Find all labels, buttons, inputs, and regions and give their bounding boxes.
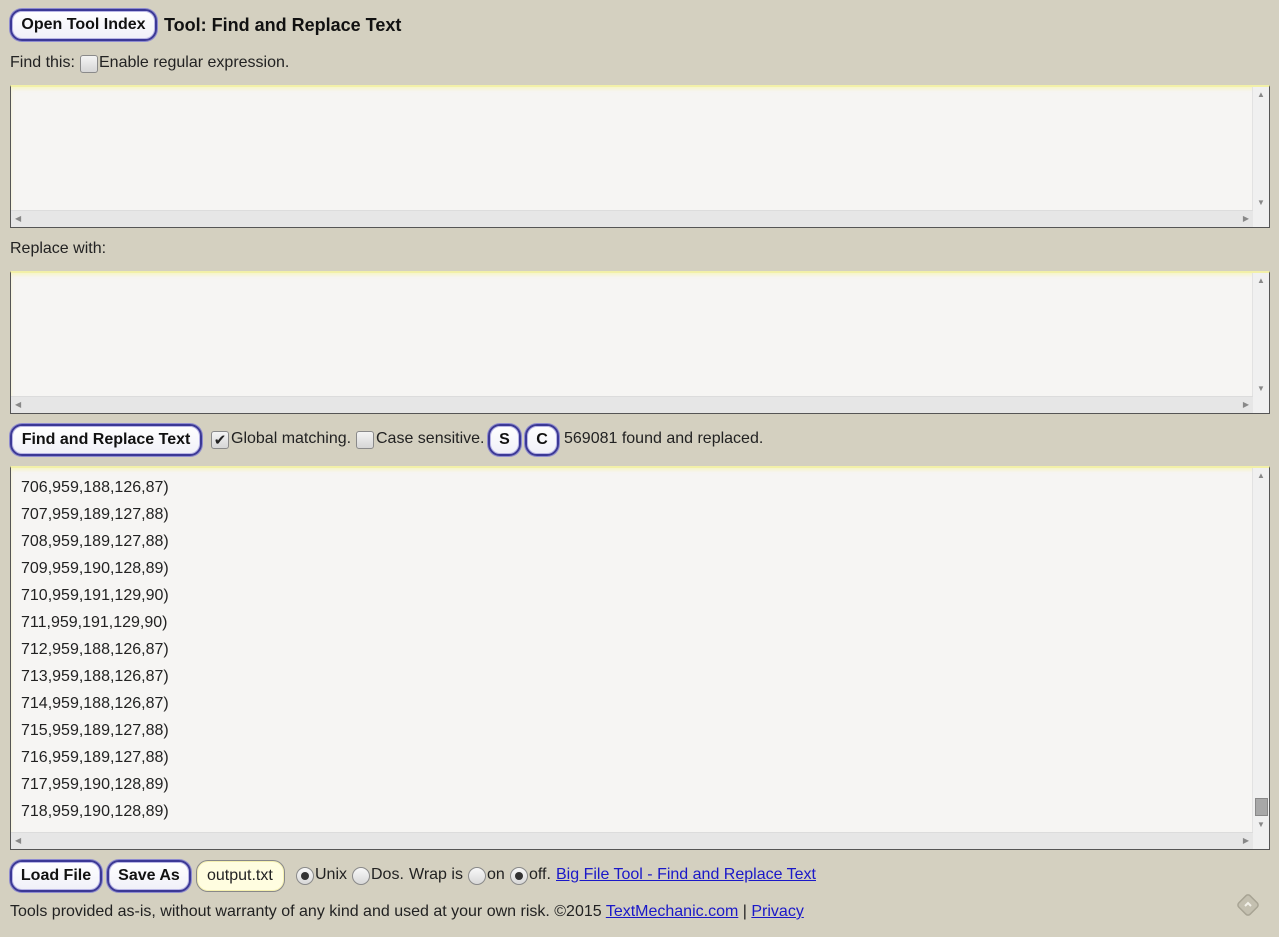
page-title: Tool: Find and Replace Text — [164, 15, 402, 35]
save-as-button[interactable]: Save As — [107, 860, 191, 892]
unix-radio[interactable] — [296, 867, 314, 885]
scroll-corner — [1253, 397, 1269, 413]
scroll-right-icon[interactable]: ▶ — [1243, 401, 1249, 409]
scroll-corner — [1253, 833, 1269, 849]
output-line: 714,959,188,126,87) — [21, 695, 169, 712]
dos-radio[interactable] — [352, 867, 370, 885]
s-button[interactable]: S — [488, 424, 521, 456]
scroll-down-icon[interactable]: ▼ — [1257, 385, 1265, 393]
output-line: 710,959,191,129,90) — [21, 587, 169, 604]
output-textarea[interactable]: 706,959,188,126,87) 707,959,189,127,88) 70… — [10, 466, 1270, 850]
output-line: 707,959,189,127,88) — [21, 506, 169, 523]
scroll-thumb[interactable] — [1255, 798, 1268, 816]
filename-input[interactable]: output.txt — [196, 860, 285, 892]
wrap-on-label: on — [487, 866, 505, 883]
replace-horizontal-scrollbar[interactable]: ◀ ▶ — [11, 396, 1253, 413]
c-button[interactable]: C — [525, 424, 559, 456]
footer-text: Tools provided as-is, without warranty o… — [10, 902, 804, 922]
disclaimer-text: Tools provided as-is, without warranty o… — [10, 903, 602, 920]
output-line: 711,959,191,129,90) — [21, 614, 168, 631]
output-line: 718,959,190,128,89) — [21, 803, 169, 820]
open-tool-index-button[interactable]: Open Tool Index — [10, 9, 157, 41]
global-matching-label: Global matching. — [231, 430, 352, 447]
scroll-up-icon[interactable]: ▲ — [1257, 277, 1265, 285]
feedback-icon[interactable] — [1236, 893, 1260, 917]
replace-textarea[interactable]: ▲ ▼ ◀ ▶ — [10, 271, 1270, 414]
privacy-link[interactable]: Privacy — [751, 903, 803, 920]
big-file-tool-link[interactable]: Big File Tool - Find and Replace Text — [556, 865, 816, 885]
wrap-off-radio[interactable] — [510, 867, 528, 885]
regex-label: Enable regular expression. — [99, 54, 290, 71]
load-file-button[interactable]: Load File — [10, 860, 102, 892]
scroll-right-icon[interactable]: ▶ — [1243, 215, 1249, 223]
regex-checkbox[interactable] — [80, 55, 98, 73]
scroll-left-icon[interactable]: ◀ — [15, 215, 21, 223]
textmechanic-link[interactable]: TextMechanic.com — [606, 903, 739, 920]
case-sensitive-label: Case sensitive. — [376, 430, 485, 447]
scroll-down-icon[interactable]: ▼ — [1257, 821, 1265, 829]
unix-label: Unix — [315, 866, 348, 883]
find-horizontal-scrollbar[interactable]: ◀ ▶ — [11, 210, 1253, 227]
radio-selected-dot — [515, 872, 523, 880]
find-and-replace-button[interactable]: Find and Replace Text — [10, 424, 202, 456]
wrap-on-radio[interactable] — [468, 867, 486, 885]
find-label: Find this: — [10, 54, 75, 71]
find-vertical-scrollbar[interactable]: ▲ ▼ — [1252, 87, 1269, 211]
scroll-right-icon[interactable]: ▶ — [1243, 837, 1249, 845]
scroll-up-icon[interactable]: ▲ — [1257, 472, 1265, 480]
global-matching-checkbox[interactable]: ✔ — [211, 431, 229, 449]
radio-selected-dot — [301, 872, 309, 880]
wrap-label: Wrap is — [409, 866, 463, 883]
output-lines: 706,959,188,126,87) 707,959,189,127,88) 70… — [21, 474, 169, 825]
wrap-off-label: off. — [529, 866, 551, 883]
output-line: 706,959,188,126,87) — [21, 479, 169, 496]
output-line: 717,959,190,128,89) — [21, 776, 169, 793]
scroll-down-icon[interactable]: ▼ — [1257, 199, 1265, 207]
footer-separator: | — [742, 903, 747, 920]
status-text: 569081 found and replaced. — [564, 430, 764, 447]
scroll-left-icon[interactable]: ◀ — [15, 401, 21, 409]
find-textarea[interactable]: ▲ ▼ ◀ ▶ — [10, 85, 1270, 228]
dos-label: Dos. — [371, 866, 404, 883]
output-horizontal-scrollbar[interactable]: ◀ ▶ — [11, 832, 1253, 849]
output-line: 713,959,188,126,87) — [21, 668, 169, 685]
output-vertical-scrollbar[interactable]: ▲ ▼ — [1252, 468, 1269, 833]
output-line: 716,959,189,127,88) — [21, 749, 169, 766]
checkmark-icon: ✔ — [213, 431, 227, 449]
scroll-corner — [1253, 211, 1269, 227]
scroll-up-icon[interactable]: ▲ — [1257, 91, 1265, 99]
scroll-left-icon[interactable]: ◀ — [15, 837, 21, 845]
output-line: 712,959,188,126,87) — [21, 641, 169, 658]
output-line: 715,959,189,127,88) — [21, 722, 169, 739]
case-sensitive-checkbox[interactable] — [356, 431, 374, 449]
replace-vertical-scrollbar[interactable]: ▲ ▼ — [1252, 273, 1269, 397]
replace-label: Replace with: — [10, 240, 107, 257]
output-line: 708,959,189,127,88) — [21, 533, 169, 550]
output-line: 709,959,190,128,89) — [21, 560, 169, 577]
